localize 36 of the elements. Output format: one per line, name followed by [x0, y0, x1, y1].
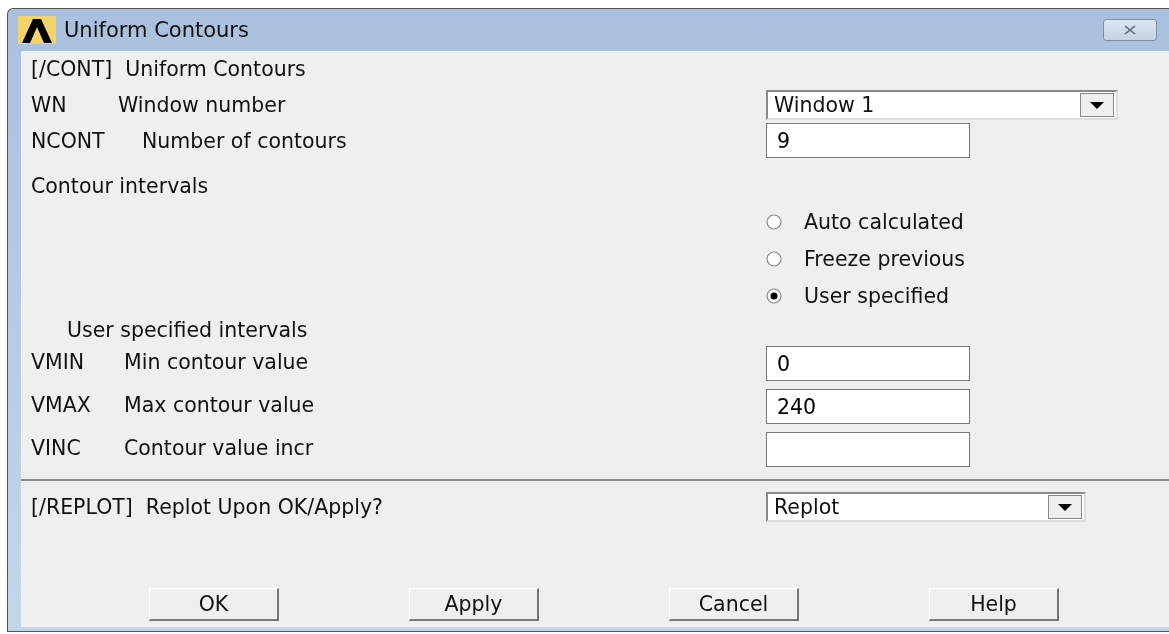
radio-option[interactable]: User specified — [766, 277, 1169, 314]
logo-icon — [18, 16, 56, 44]
radio-option[interactable]: Freeze previous — [766, 240, 1169, 277]
window-title: Uniform Contours — [64, 18, 250, 42]
radio-option[interactable]: Auto calculated — [766, 203, 1169, 240]
dialog-button[interactable]: Help — [929, 588, 1059, 621]
input-field[interactable]: 0 — [766, 346, 970, 381]
subheading: User specified intervals — [67, 318, 308, 342]
field-label: Min contour value — [124, 350, 309, 374]
field-label: Contour value incr — [124, 436, 314, 460]
radio-button[interactable] — [766, 287, 782, 304]
input-field[interactable] — [766, 432, 970, 467]
field-label: [/REPLOT] Replot Upon OK/Apply? — [31, 495, 384, 519]
section-heading: [/CONT] Uniform Contours — [31, 57, 306, 81]
caret-icon — [1090, 101, 1104, 109]
close-icon — [1124, 25, 1136, 35]
dialog-button[interactable]: Cancel — [669, 588, 799, 621]
field-code: WN — [31, 93, 68, 117]
input-field[interactable]: 9 — [766, 123, 970, 158]
input-field[interactable]: 240 — [766, 389, 970, 424]
field-code: VMIN — [31, 350, 86, 374]
field-label: Number of contours — [142, 129, 347, 153]
field-code: VMAX — [31, 393, 92, 417]
field-code: NCONT — [31, 129, 106, 153]
dropdown[interactable]: Replot — [766, 492, 1086, 522]
dialog-button[interactable]: Apply — [409, 588, 539, 621]
caret-icon — [1058, 503, 1072, 511]
close-button[interactable] — [1103, 19, 1157, 41]
radio-button[interactable] — [766, 213, 782, 230]
radio-button[interactable] — [766, 250, 782, 267]
field-label: Max contour value — [124, 393, 315, 417]
dialog-button[interactable]: OK — [149, 588, 279, 621]
field-label: Window number — [118, 93, 286, 117]
dropdown[interactable]: Window 1 — [766, 90, 1118, 120]
group-label: Contour intervals — [31, 174, 209, 198]
field-code: VINC — [31, 436, 82, 460]
